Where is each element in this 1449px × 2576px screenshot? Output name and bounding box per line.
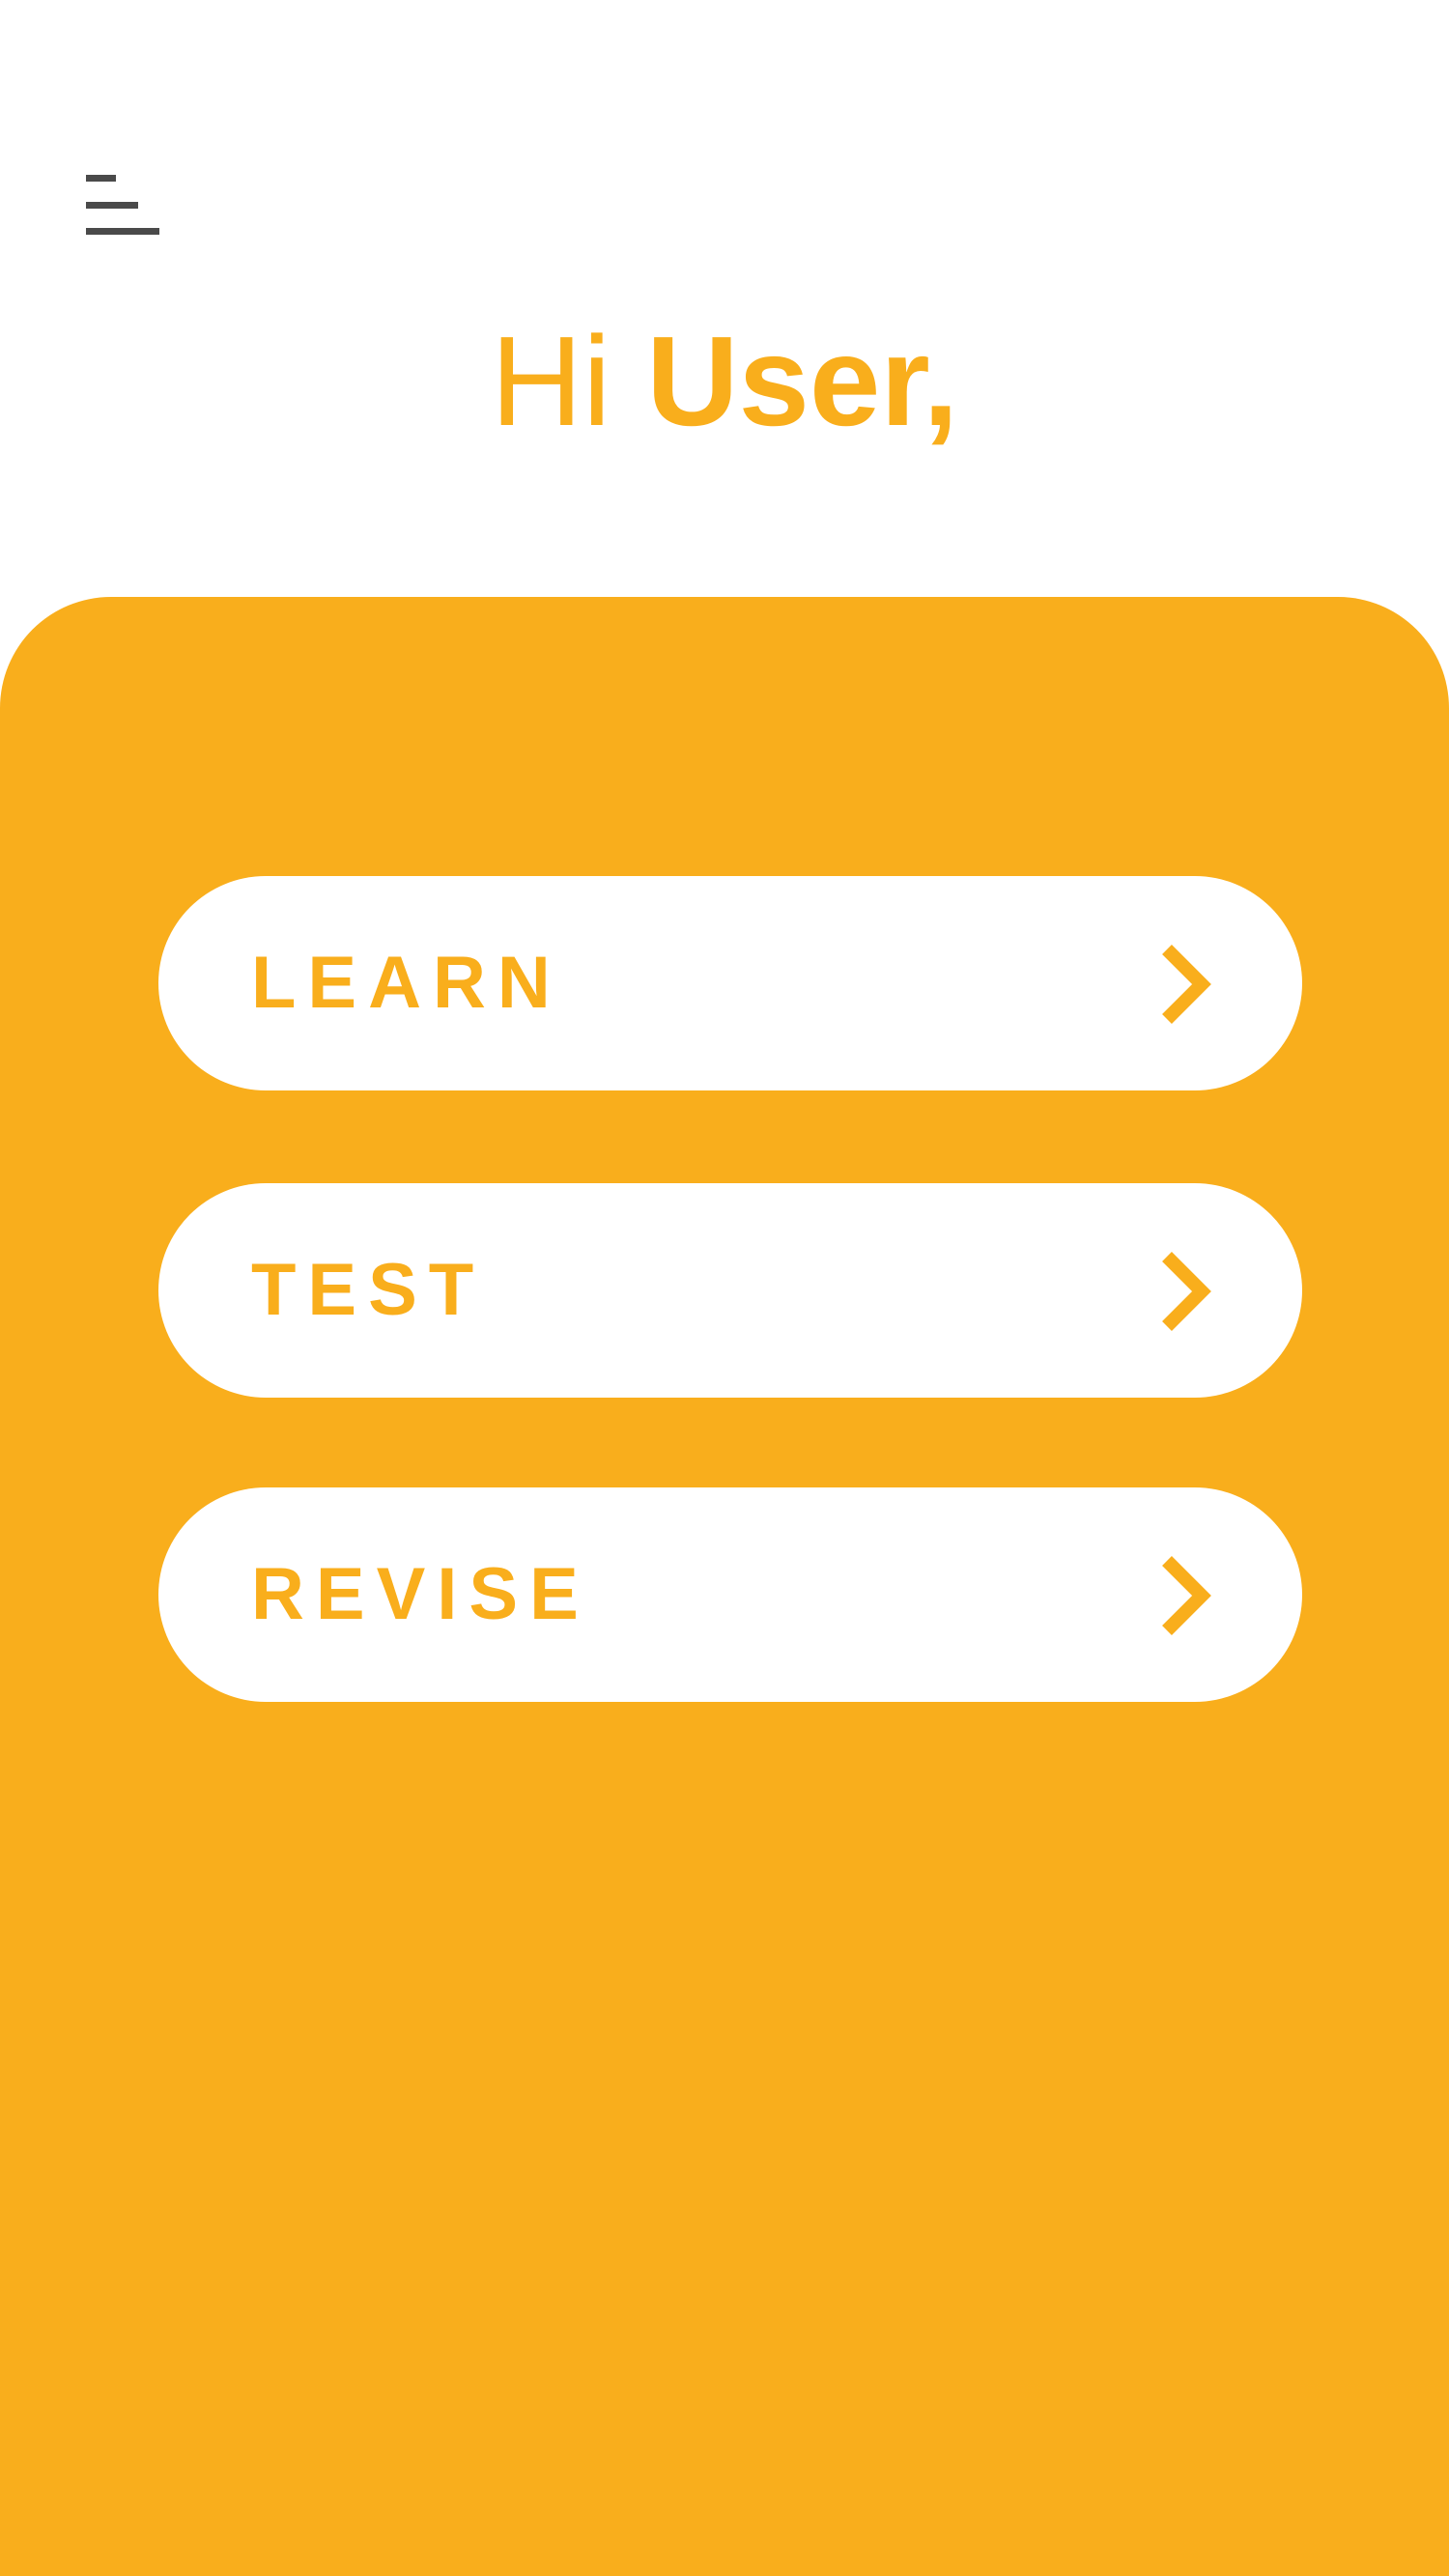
greeting-user-name: User,	[646, 310, 959, 452]
revise-button-label: REVISE	[251, 1553, 590, 1635]
learn-button-label: LEARN	[251, 942, 562, 1024]
chevron-right-icon	[1162, 1556, 1211, 1635]
test-button[interactable]: TEST	[158, 1183, 1302, 1398]
learn-button[interactable]: LEARN	[158, 876, 1302, 1090]
greeting-prefix: Hi	[490, 310, 611, 452]
chevron-right-icon	[1162, 945, 1211, 1024]
hamburger-menu-icon	[86, 175, 116, 182]
hamburger-menu-icon-bar	[86, 228, 159, 235]
test-button-label: TEST	[251, 1249, 486, 1331]
hamburger-menu-icon-bar	[86, 202, 138, 209]
greeting-heading: Hi User,	[0, 304, 1449, 459]
revise-button[interactable]: REVISE	[158, 1487, 1302, 1702]
chevron-right-icon	[1162, 1252, 1211, 1331]
menu-button[interactable]	[77, 166, 164, 243]
